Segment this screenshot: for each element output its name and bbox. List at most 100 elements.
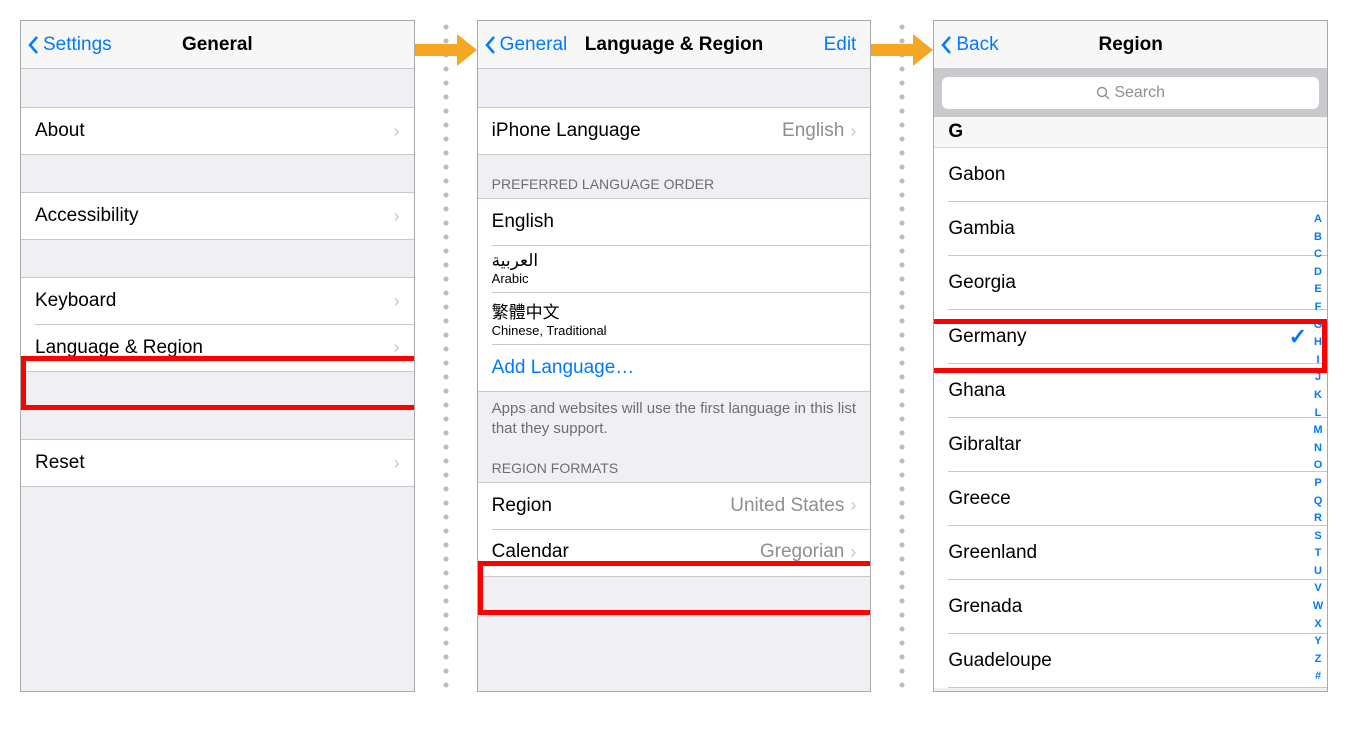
index-letter[interactable]: M (1311, 422, 1325, 440)
cell-label: Reset (35, 452, 394, 474)
cell-add-language[interactable]: Add Language… (478, 344, 871, 392)
index-letter[interactable]: O (1311, 457, 1325, 475)
region-name: Ghana (948, 380, 1313, 402)
cell-label: About (35, 120, 394, 142)
index-letter[interactable]: Y (1311, 633, 1325, 651)
index-letter[interactable]: Q (1311, 493, 1325, 511)
index-letter[interactable]: V (1311, 580, 1325, 598)
index-letter[interactable]: N (1311, 440, 1325, 458)
index-letter[interactable]: B (1311, 229, 1325, 247)
index-letter[interactable]: F (1311, 299, 1325, 317)
region-name: Greece (948, 488, 1313, 510)
chevron-right-icon: › (850, 121, 856, 142)
search-bar-wrapper: Search (934, 69, 1327, 117)
region-name: Grenada (948, 596, 1313, 618)
cell-label-sub: Arabic (492, 271, 529, 286)
cell-label: Add Language… (492, 357, 857, 379)
index-letter[interactable]: U (1311, 563, 1325, 581)
chevron-left-icon (940, 35, 952, 55)
index-letter[interactable]: L (1311, 405, 1325, 423)
cell-label-native: 繁體中文 (492, 298, 560, 323)
chevron-right-icon: › (394, 291, 400, 312)
index-letter[interactable]: X (1311, 616, 1325, 634)
index-letter[interactable]: # (1311, 668, 1325, 686)
cell-value: English (782, 120, 844, 142)
index-letter[interactable]: P (1311, 475, 1325, 493)
checkmark-icon: ✓ (1289, 324, 1307, 350)
index-letter[interactable]: H (1311, 334, 1325, 352)
chevron-right-icon: › (394, 206, 400, 227)
panel-region-list: Back Region Search G Gabon Gambia Georgia G… (933, 20, 1328, 692)
nav-bar: General Language & Region Edit (478, 21, 871, 69)
nav-bar: Back Region (934, 21, 1327, 69)
region-list-item[interactable]: Gibraltar (934, 418, 1327, 472)
region-name: Georgia (948, 272, 1313, 294)
nav-back-button[interactable]: Back (940, 34, 1020, 56)
chevron-left-icon (27, 35, 39, 55)
nav-back-button[interactable]: General (484, 34, 568, 56)
dotted-divider (443, 20, 449, 692)
region-name: Greenland (948, 542, 1313, 564)
region-list-item[interactable]: Greece (934, 472, 1327, 526)
cell-label-native: العربية (492, 251, 538, 271)
cell-region[interactable]: Region United States › (478, 482, 871, 530)
arrow-right-icon (869, 30, 935, 70)
region-list-item[interactable]: Ghana (934, 364, 1327, 418)
region-list-item[interactable]: Germany✓ (934, 310, 1327, 364)
index-letter[interactable]: R (1311, 510, 1325, 528)
alphabet-index-bar[interactable]: ABCDEFGHIJKLMNOPQRSTUVWXYZ# (1311, 211, 1325, 686)
cell-language-region[interactable]: Language & Region › (21, 324, 414, 372)
region-list-item[interactable]: Grenada (934, 580, 1327, 634)
cell-keyboard[interactable]: Keyboard › (21, 277, 414, 325)
index-letter[interactable]: I (1311, 352, 1325, 370)
region-name: Germany (948, 326, 1288, 348)
search-icon (1096, 86, 1110, 100)
region-name: Gambia (948, 218, 1313, 240)
section-header-preferred-language-order: PREFERRED LANGUAGE ORDER (478, 154, 871, 198)
region-list-item[interactable]: Guadeloupe (934, 634, 1327, 688)
nav-edit-button[interactable]: Edit (824, 34, 857, 56)
region-name: Gibraltar (948, 434, 1313, 456)
connector-arrow-2 (871, 20, 933, 692)
index-letter[interactable]: Z (1311, 651, 1325, 669)
chevron-right-icon: › (394, 121, 400, 142)
index-letter[interactable]: A (1311, 211, 1325, 229)
cell-calendar[interactable]: Calendar Gregorian › (478, 529, 871, 577)
index-letter[interactable]: K (1311, 387, 1325, 405)
cell-label: iPhone Language (492, 120, 782, 142)
index-letter[interactable]: W (1311, 598, 1325, 616)
section-header-region-formats: REGION FORMATS (478, 446, 871, 482)
cell-label: Region (492, 495, 731, 517)
cell-language-arabic[interactable]: العربية Arabic (478, 245, 871, 293)
cell-about[interactable]: About › (21, 107, 414, 155)
chevron-right-icon: › (394, 453, 400, 474)
cell-language-chinese[interactable]: 繁體中文 Chinese, Traditional (478, 292, 871, 345)
region-list-item[interactable]: Georgia (934, 256, 1327, 310)
cell-accessibility[interactable]: Accessibility › (21, 192, 414, 240)
index-letter[interactable]: G (1311, 317, 1325, 335)
cell-value: Gregorian (760, 541, 845, 563)
index-letter[interactable]: C (1311, 246, 1325, 264)
index-letter[interactable]: E (1311, 281, 1325, 299)
index-letter[interactable]: S (1311, 528, 1325, 546)
index-letter[interactable]: J (1311, 369, 1325, 387)
cell-language-english[interactable]: English (478, 198, 871, 246)
list-section-header: G (934, 117, 1327, 148)
nav-back-label: General (500, 34, 568, 56)
cell-reset[interactable]: Reset › (21, 439, 414, 487)
chevron-right-icon: › (394, 337, 400, 358)
nav-back-button[interactable]: Settings (27, 34, 112, 56)
region-name: Guadeloupe (948, 650, 1313, 672)
chevron-right-icon: › (850, 495, 856, 516)
panel-language-region: General Language & Region Edit iPhone La… (477, 20, 872, 692)
nav-bar: Settings General (21, 21, 414, 69)
region-list-item[interactable]: Gambia (934, 202, 1327, 256)
index-letter[interactable]: D (1311, 264, 1325, 282)
cell-iphone-language[interactable]: iPhone Language English › (478, 107, 871, 155)
region-list-item[interactable]: Greenland (934, 526, 1327, 580)
arrow-right-icon (413, 30, 479, 70)
index-letter[interactable]: T (1311, 545, 1325, 563)
cell-label: English (492, 211, 857, 233)
search-input[interactable]: Search (942, 77, 1319, 109)
region-list-item[interactable]: Gabon (934, 148, 1327, 202)
